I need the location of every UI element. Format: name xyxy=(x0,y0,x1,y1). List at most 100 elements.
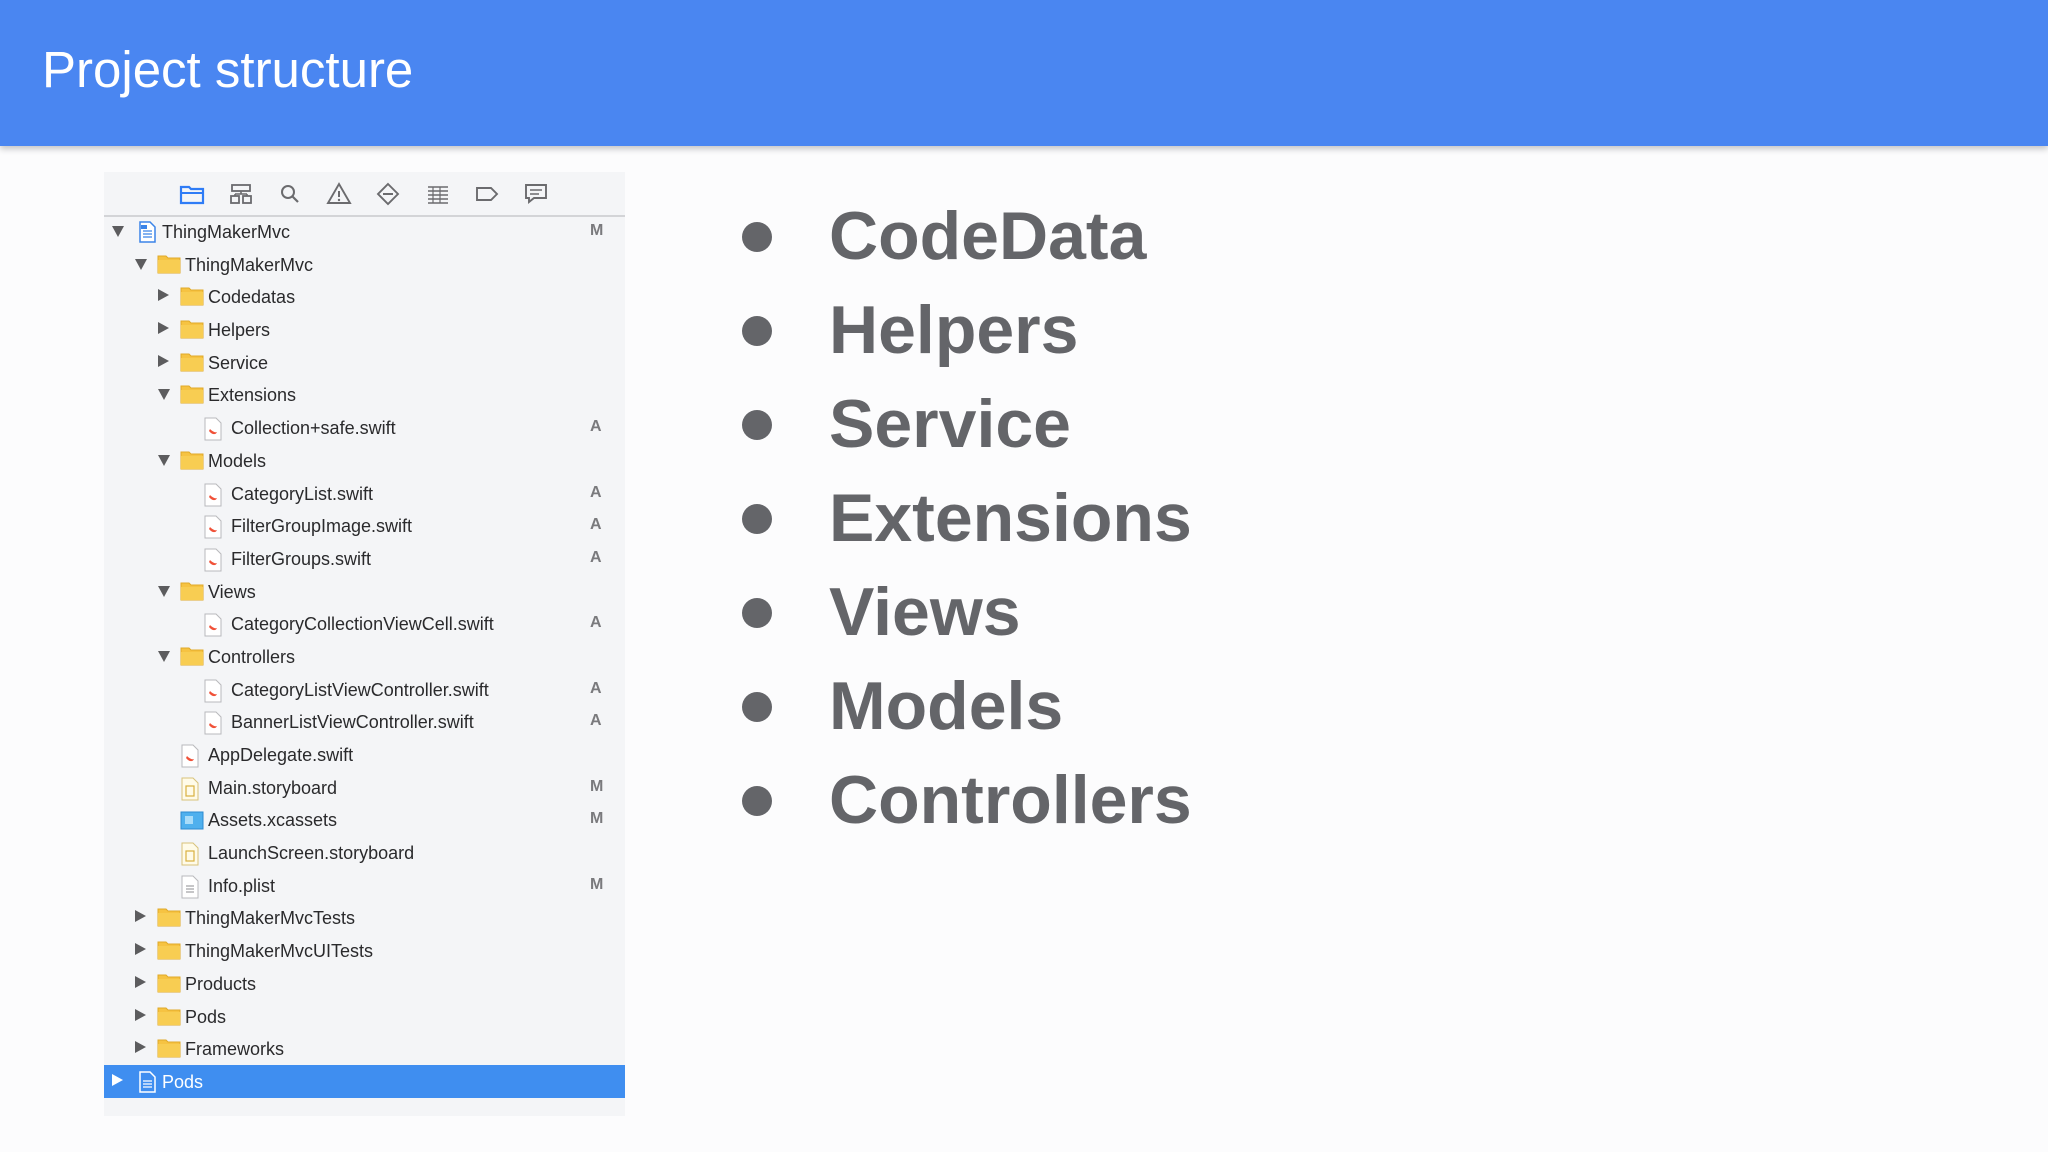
bullet-dot-icon xyxy=(742,410,772,440)
disclosure-closed-icon[interactable] xyxy=(158,354,169,367)
tree-row[interactable]: Info.plist M xyxy=(104,869,625,902)
tree-row[interactable]: Extensions xyxy=(104,378,625,411)
tree-row[interactable]: LaunchScreen.storyboard xyxy=(104,836,625,869)
navigator-toolbar xyxy=(104,172,625,217)
diamond-icon[interactable] xyxy=(374,181,402,207)
hierarchy-icon[interactable] xyxy=(227,181,255,207)
tree-item-label: Frameworks xyxy=(185,1039,285,1060)
tree-item-label: FilterGroupImage.swift xyxy=(231,516,413,537)
disclosure-open-icon[interactable] xyxy=(158,389,170,401)
vcs-status-badge: A xyxy=(590,483,602,501)
tree-row[interactable]: Service xyxy=(104,346,625,379)
tree-item-label: Main.storyboard xyxy=(208,777,338,798)
tree-row[interactable]: ThingMakerMvc xyxy=(104,248,625,281)
tree-item-label: LaunchScreen.storyboard xyxy=(208,843,415,864)
tree-row[interactable]: Helpers xyxy=(104,313,625,346)
tree-row[interactable]: CategoryCollectionViewCell.swift A xyxy=(104,607,625,640)
disclosure-closed-icon[interactable] xyxy=(135,943,146,956)
tree-row[interactable]: Controllers xyxy=(104,640,625,673)
disclosure-open-icon[interactable] xyxy=(158,585,170,597)
bullet-dot-icon xyxy=(742,692,772,722)
tree-item-label: Extensions xyxy=(208,385,297,406)
tree-row[interactable]: Products xyxy=(104,967,625,1000)
disclosure-closed-icon[interactable] xyxy=(158,322,169,335)
tree-row[interactable]: Pods xyxy=(104,1000,625,1033)
disclosure-open-icon[interactable] xyxy=(158,650,170,662)
tree-item-label: ThingMakerMvcUITests xyxy=(185,941,374,962)
tree-item-label: Collection+safe.swift xyxy=(231,418,396,439)
folder-icon xyxy=(180,646,204,666)
vcs-status-badge: M xyxy=(590,222,604,239)
disclosure-closed-icon[interactable] xyxy=(135,1008,146,1021)
tree-row[interactable]: Models xyxy=(104,444,625,477)
disclosure-closed-icon[interactable] xyxy=(135,975,146,988)
tree-row[interactable]: Collection+safe.swift A xyxy=(104,411,625,444)
disclosure-closed-icon[interactable] xyxy=(135,1041,146,1054)
tree-item-label: CategoryListViewController.swift xyxy=(231,679,489,700)
warning-icon[interactable] xyxy=(325,181,353,207)
folder-icon xyxy=(180,450,204,470)
folder-icon xyxy=(157,907,181,927)
message-icon[interactable] xyxy=(522,181,550,207)
folder-icon xyxy=(180,286,204,306)
disclosure-open-icon[interactable] xyxy=(112,226,124,237)
file-tree: ThingMakerMvc M ThingMakerMvc Codedatas Help… xyxy=(104,215,625,1098)
tree-item-label: Views xyxy=(208,581,256,602)
swift-icon xyxy=(203,679,225,703)
vcs-status-badge: A xyxy=(590,548,602,566)
folder-icon[interactable] xyxy=(178,181,206,207)
bullet-dot-icon xyxy=(742,504,772,534)
tree-item-label: Models xyxy=(208,450,267,471)
disclosure-open-icon[interactable] xyxy=(135,258,147,270)
search-icon[interactable] xyxy=(276,181,304,207)
swift-icon xyxy=(180,744,202,768)
bullet-dot-icon xyxy=(742,786,772,816)
slide-title: Project structure xyxy=(42,41,414,98)
tree-row[interactable]: CategoryList.swift A xyxy=(104,477,625,510)
swift-icon xyxy=(203,711,225,735)
swift-icon xyxy=(203,515,225,539)
tree-item-label: AppDelegate.swift xyxy=(208,745,354,765)
tree-row[interactable]: FilterGroupImage.swift A xyxy=(104,509,625,542)
tree-row[interactable]: ThingMakerMvc M xyxy=(104,215,625,248)
tree-row[interactable]: Main.storyboard M xyxy=(104,771,625,804)
vcs-status-badge: A xyxy=(590,712,602,730)
slide-header: Project structure xyxy=(0,0,2048,146)
folder-icon xyxy=(157,973,181,993)
tree-row[interactable]: Pods xyxy=(104,1064,625,1098)
folder-icon xyxy=(157,1006,181,1026)
vcs-status-badge: A xyxy=(590,614,602,632)
disclosure-open-icon[interactable] xyxy=(158,454,170,466)
tree-row[interactable]: Frameworks xyxy=(104,1032,625,1065)
swift-icon xyxy=(203,613,225,637)
disclosure-closed-icon[interactable] xyxy=(135,910,146,923)
swift-icon xyxy=(203,417,225,441)
vcs-status-badge: M xyxy=(590,810,604,828)
folder-icon xyxy=(157,254,181,274)
tree-item-label: Pods xyxy=(162,1071,204,1092)
tree-row[interactable]: ThingMakerMvcTests xyxy=(104,901,625,934)
swift-icon xyxy=(203,483,225,506)
tree-item-label: ThingMakerMvcTests xyxy=(185,908,356,929)
tag-icon[interactable] xyxy=(473,181,501,207)
bullet-text: Service xyxy=(829,386,1071,462)
bullet-text: Controllers xyxy=(829,762,1192,838)
disclosure-closed-icon[interactable] xyxy=(112,1073,123,1086)
folder-icon xyxy=(157,940,181,960)
tree-row[interactable]: Views xyxy=(104,575,625,608)
tree-row[interactable]: Codedatas xyxy=(104,280,625,313)
tree-row[interactable]: ThingMakerMvcUITests xyxy=(104,934,625,967)
list-icon[interactable] xyxy=(424,181,452,207)
tree-row[interactable]: Assets.xcassets M xyxy=(104,803,625,836)
tree-item-label: Helpers xyxy=(208,320,271,341)
tree-row[interactable]: FilterGroups.swift A xyxy=(104,542,625,575)
tree-item-label: ThingMakerMvc xyxy=(185,254,314,275)
tree-row[interactable]: BannerListViewController.swift A xyxy=(104,705,625,738)
disclosure-closed-icon[interactable] xyxy=(158,289,169,302)
tree-item-label: Controllers xyxy=(208,646,296,667)
tree-item-label: Info.plist xyxy=(208,875,276,896)
tree-row[interactable]: CategoryListViewController.swift A xyxy=(104,673,625,706)
tree-row[interactable]: AppDelegate.swift xyxy=(104,738,625,771)
plist-icon xyxy=(180,875,202,899)
folder-icon xyxy=(180,352,204,372)
